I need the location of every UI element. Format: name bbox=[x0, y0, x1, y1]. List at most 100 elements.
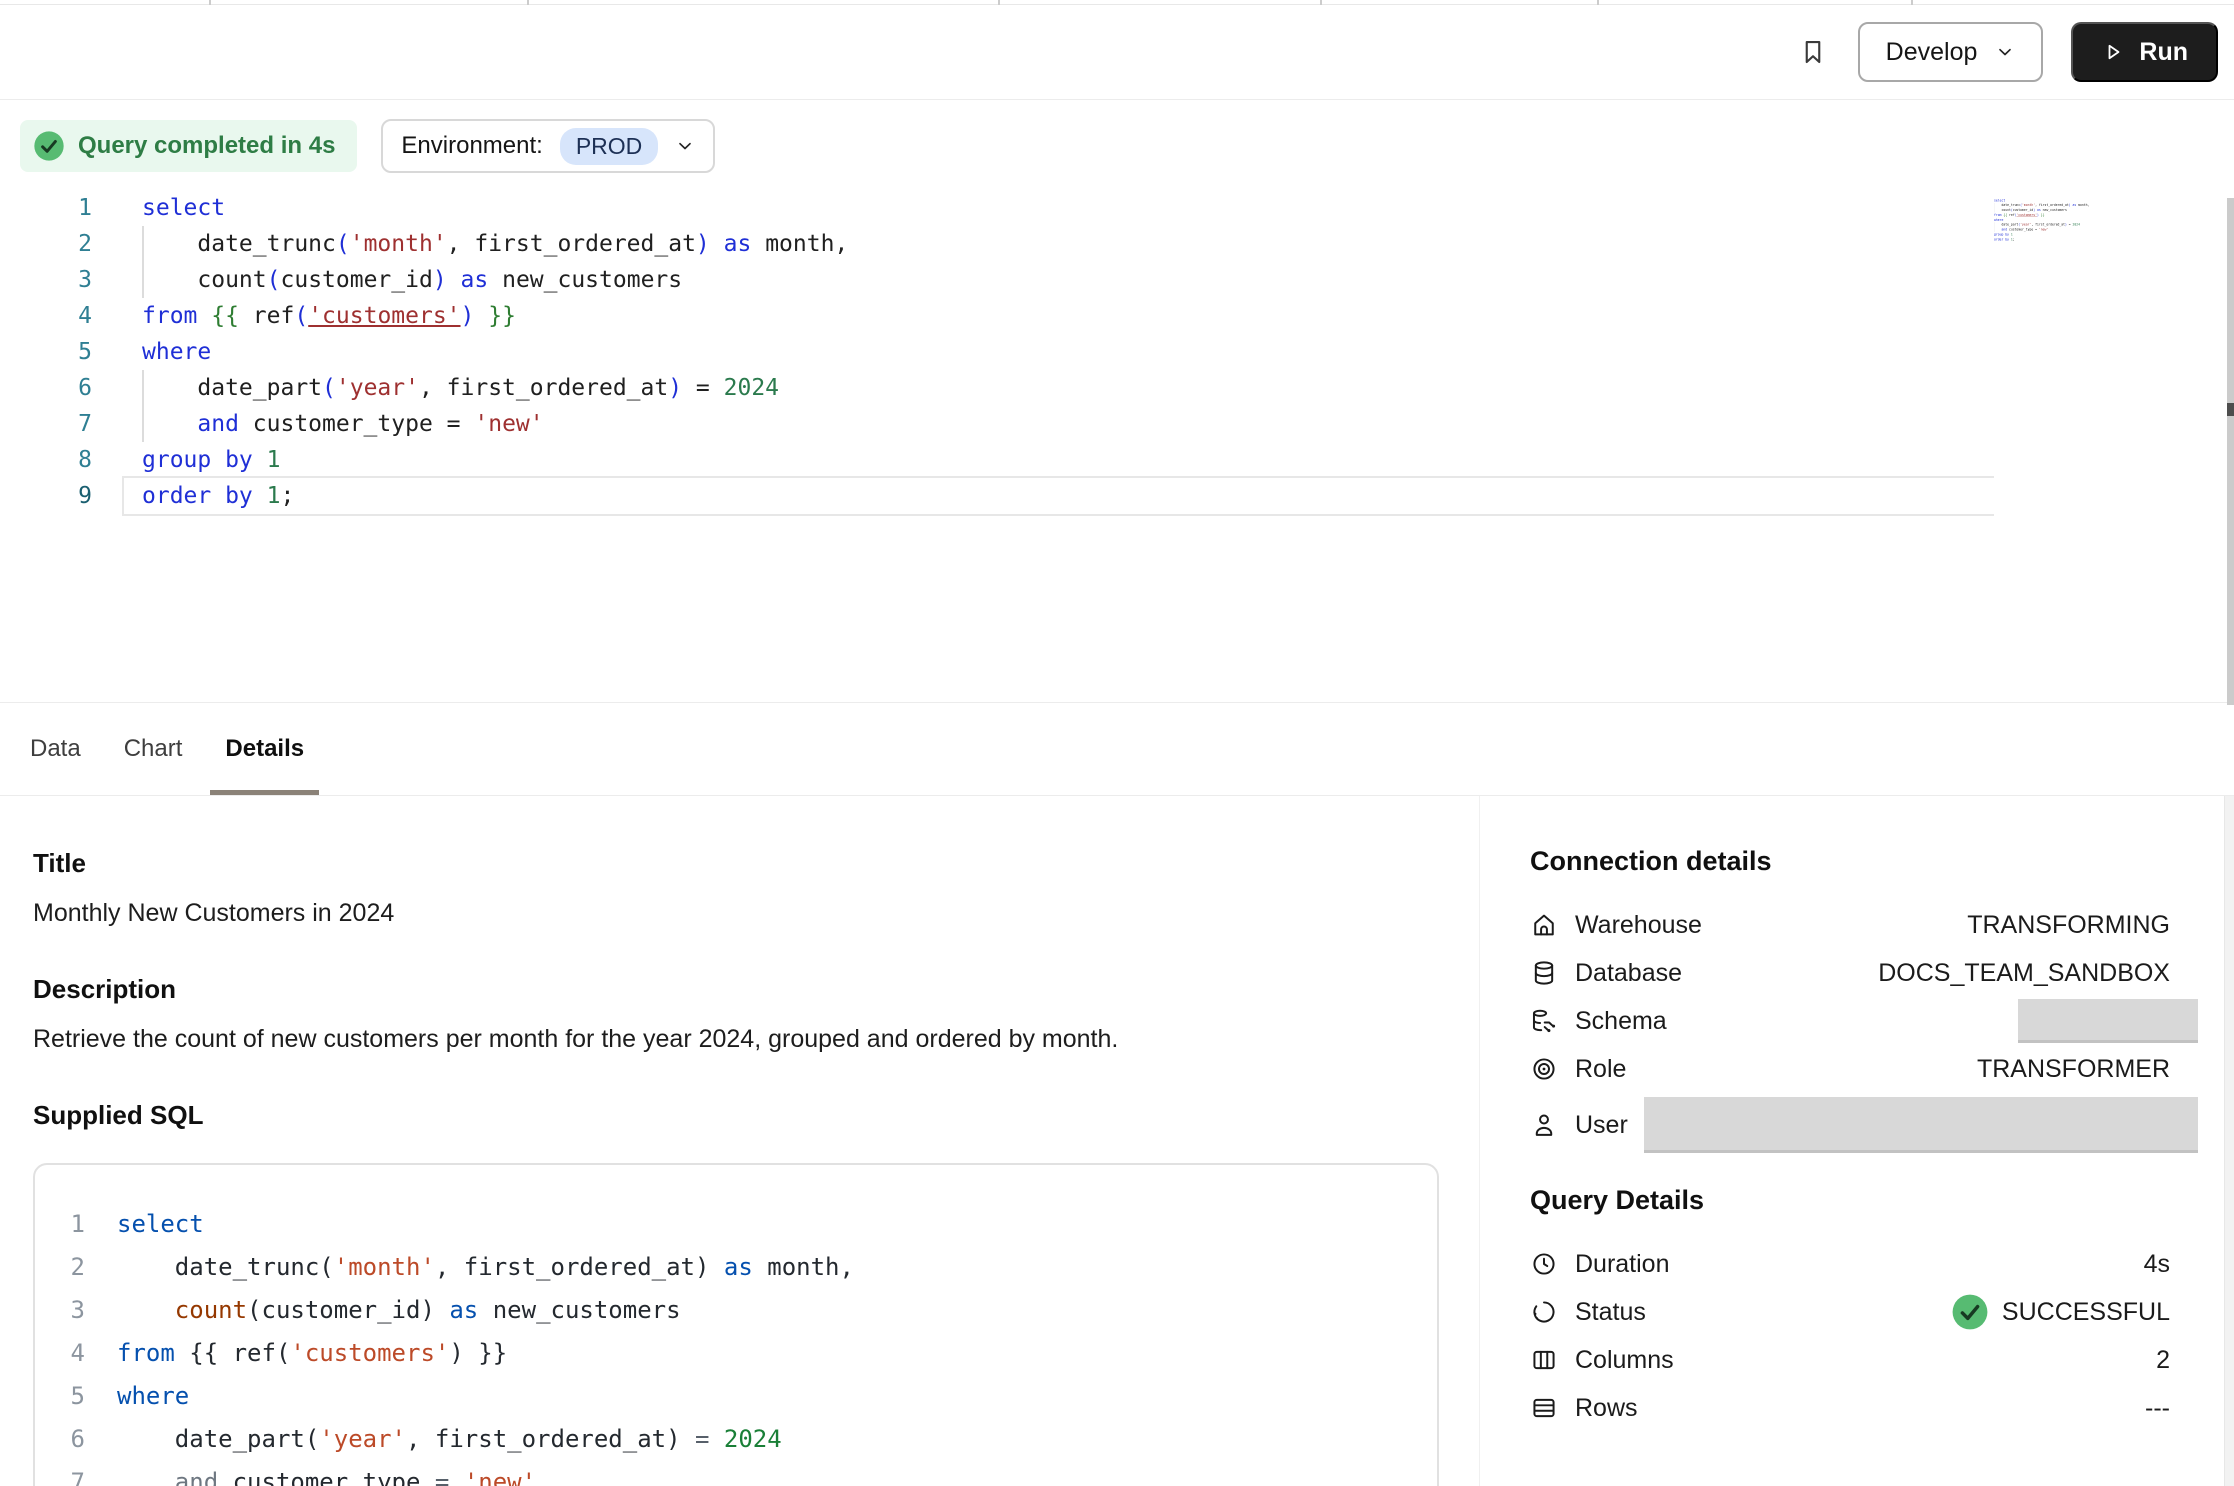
detail-row-role: Role TRANSFORMER bbox=[1530, 1045, 2170, 1093]
spinner-icon bbox=[1530, 1298, 1558, 1326]
environment-value-pill: PROD bbox=[560, 128, 658, 165]
code-text: date_trunc('month', first_ordered_at) as… bbox=[117, 1246, 1417, 1289]
detail-row-duration: Duration4s bbox=[1530, 1240, 2170, 1288]
run-button[interactable]: Run bbox=[2071, 22, 2218, 82]
detail-value-columns: 2 bbox=[2156, 1346, 2170, 1375]
redacted-value bbox=[2018, 999, 2198, 1043]
line-number: 2 bbox=[20, 226, 92, 262]
right-scroll-gutter bbox=[2224, 796, 2234, 1486]
tab-data[interactable]: Data bbox=[30, 703, 81, 795]
detail-row-status: StatusSUCCESSFUL bbox=[1530, 1288, 2170, 1336]
line-number: 4 bbox=[20, 298, 92, 334]
detail-value-warehouse: TRANSFORMING bbox=[1967, 911, 2170, 940]
run-label: Run bbox=[2139, 38, 2188, 67]
supplied-sql-heading: Supplied SQL bbox=[33, 1100, 1439, 1131]
code-text: where bbox=[117, 1375, 1417, 1418]
detail-label-schema: Schema bbox=[1575, 1007, 1667, 1036]
detail-row-database: DatabaseDOCS_TEAM_SANDBOX bbox=[1530, 949, 2170, 997]
code-line: 3 count(customer_id) as new_customers bbox=[35, 1289, 1417, 1332]
code-line: 1select bbox=[20, 190, 1994, 226]
chevron-down-icon bbox=[675, 136, 695, 156]
query-details-rows: Duration4sStatusSUCCESSFUL Columns 2 Rows --… bbox=[1530, 1240, 2170, 1432]
line-number: 7 bbox=[35, 1461, 85, 1486]
code-line: 4 from {{ ref('customers') }} bbox=[20, 298, 1994, 334]
line-number: 3 bbox=[35, 1289, 85, 1332]
chevron-down-icon bbox=[1995, 42, 2015, 62]
code-text: order by 1; bbox=[1994, 237, 2026, 242]
scrollbar-thumb[interactable] bbox=[2227, 403, 2234, 416]
tab-chart[interactable]: Chart bbox=[124, 703, 183, 795]
schema-icon bbox=[1530, 1007, 1558, 1035]
line-number: 5 bbox=[35, 1375, 85, 1418]
check-circle-icon bbox=[33, 130, 65, 162]
line-number: 5 bbox=[20, 334, 92, 370]
sql-editor-lines: 1select2 date_trunc('month', first_order… bbox=[20, 190, 1994, 522]
code-line: 2 date_trunc('month', first_ordered_at) … bbox=[20, 226, 1994, 262]
detail-label-warehouse: Warehouse bbox=[1575, 911, 1702, 940]
minimap-content: select date_trunc('month', first_ordered… bbox=[1994, 198, 2026, 242]
code-text: and customer_type = 'new' bbox=[142, 406, 1994, 442]
code-line: 3 count(customer_id) as new_customers bbox=[20, 262, 1994, 298]
sql-editor[interactable]: 1select2 date_trunc('month', first_order… bbox=[20, 190, 2234, 522]
top-tab-divider bbox=[1320, 0, 1322, 5]
top-tab-divider bbox=[998, 0, 1000, 5]
code-line: 1select bbox=[35, 1203, 1417, 1246]
code-text: date_part('year', first_ordered_at) = 20… bbox=[142, 370, 1994, 406]
code-line: order by 1; bbox=[1994, 237, 2026, 242]
code-line: 2 date_trunc('month', first_ordered_at) … bbox=[35, 1246, 1417, 1289]
line-number: 8 bbox=[20, 442, 92, 478]
develop-label: Develop bbox=[1886, 38, 1978, 67]
line-number: 7 bbox=[20, 406, 92, 442]
detail-label-status: Status bbox=[1575, 1298, 1646, 1327]
environment-dropdown[interactable]: Environment: PROD bbox=[381, 119, 715, 173]
warehouse-icon bbox=[1530, 911, 1558, 939]
code-text: from {{ ref('customers') }} bbox=[142, 298, 1994, 334]
editor-scrollbar[interactable] bbox=[2227, 198, 2234, 705]
detail-label-columns: Columns bbox=[1575, 1346, 1674, 1375]
play-icon bbox=[2101, 40, 2125, 64]
minimap[interactable]: select date_trunc('month', first_ordered… bbox=[1994, 190, 2234, 522]
details-left-panel: Title Monthly New Customers in 2024 Desc… bbox=[0, 796, 1480, 1486]
line-number: 6 bbox=[35, 1418, 85, 1461]
header-toolbar: Develop Run bbox=[0, 5, 2234, 100]
code-text: date_part('year', first_ordered_at) = 20… bbox=[117, 1418, 1417, 1461]
code-line: 6 date_part('year', first_ordered_at) = … bbox=[20, 370, 1994, 406]
code-text: count(customer_id) as new_customers bbox=[117, 1289, 1417, 1332]
develop-dropdown-button[interactable]: Develop bbox=[1858, 22, 2044, 82]
detail-value-database: DOCS_TEAM_SANDBOX bbox=[1878, 959, 2170, 988]
rows-icon bbox=[1530, 1394, 1558, 1422]
clock-icon bbox=[1530, 1250, 1558, 1278]
code-line: 8group by 1 bbox=[20, 442, 1994, 478]
tab-details[interactable]: Details bbox=[225, 703, 304, 795]
code-text: from {{ ref('customers') }} bbox=[117, 1332, 1417, 1375]
supplied-sql-box: 1select2 date_trunc('month', first_order… bbox=[33, 1163, 1439, 1486]
detail-row-schema: Schema bbox=[1530, 997, 2170, 1045]
detail-value-role: TRANSFORMER bbox=[1977, 1055, 2170, 1084]
query-completed-text: Query completed in 4s bbox=[78, 132, 335, 160]
role-icon bbox=[1530, 1055, 1558, 1083]
code-text: and customer_type = 'new' bbox=[117, 1461, 1417, 1486]
detail-row-rows: Rows --- bbox=[1530, 1384, 2170, 1432]
query-completed-badge: Query completed in 4s bbox=[20, 120, 357, 172]
code-text: order by 1; bbox=[142, 478, 1994, 514]
detail-value-rows: --- bbox=[2145, 1394, 2170, 1423]
detail-value-duration: 4s bbox=[2144, 1250, 2170, 1279]
supplied-sql-lines: 1select2 date_trunc('month', first_order… bbox=[35, 1203, 1417, 1486]
code-text: count(customer_id) as new_customers bbox=[142, 262, 1994, 298]
detail-value-user bbox=[1644, 1097, 2170, 1153]
line-number: 1 bbox=[20, 190, 92, 226]
connection-details-heading: Connection details bbox=[1530, 846, 2170, 877]
detail-label-rows: Rows bbox=[1575, 1394, 1638, 1423]
code-text: date_trunc('month', first_ordered_at) as… bbox=[142, 226, 1994, 262]
details-area: Title Monthly New Customers in 2024 Desc… bbox=[0, 796, 2234, 1486]
connection-details-rows: Warehouse TRANSFORMING DatabaseDOCS_TEAM_S… bbox=[1530, 901, 2170, 1157]
redacted-value bbox=[1644, 1097, 2198, 1153]
line-number: 1 bbox=[35, 1203, 85, 1246]
line-number: 2 bbox=[35, 1246, 85, 1289]
detail-label-role: Role bbox=[1575, 1055, 1626, 1084]
line-number: 3 bbox=[20, 262, 92, 298]
code-line: 4from {{ ref('customers') }} bbox=[35, 1332, 1417, 1375]
detail-row-columns: Columns 2 bbox=[1530, 1336, 2170, 1384]
bookmark-icon[interactable] bbox=[1796, 35, 1830, 69]
connection-details-panel: Connection details Warehouse TRANSFORMING… bbox=[1480, 796, 2224, 1486]
